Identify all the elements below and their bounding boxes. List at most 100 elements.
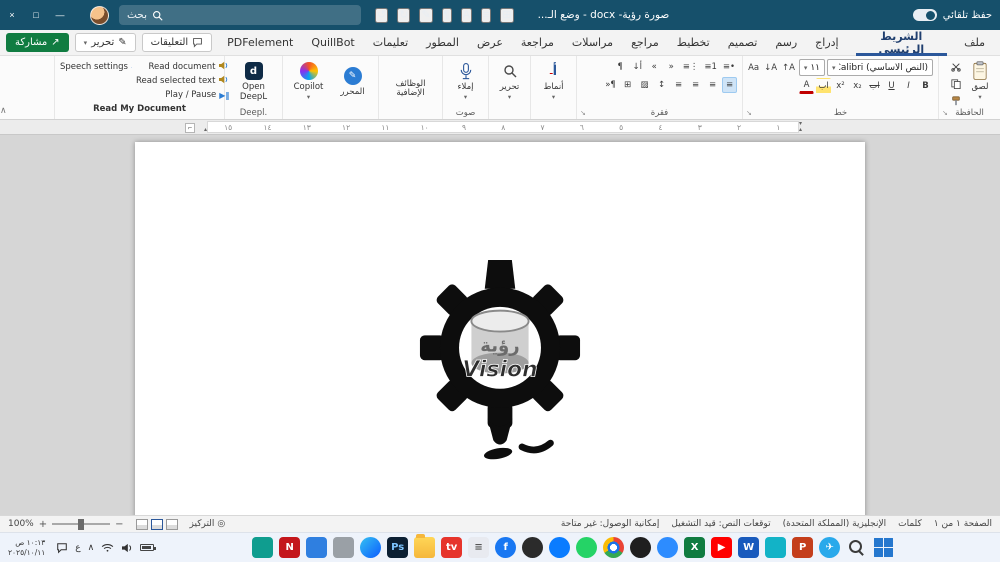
titlebar-icon-table[interactable]: ⊞ bbox=[500, 7, 514, 23]
titlebar-icon-list[interactable]: ≡ bbox=[480, 7, 492, 23]
share-button[interactable]: ↗ مشاركة bbox=[6, 33, 69, 52]
font-button-bold[interactable]: B bbox=[918, 78, 933, 94]
volume-icon[interactable] bbox=[121, 543, 133, 553]
font-button-strikethrough[interactable]: اب bbox=[867, 78, 882, 94]
accessibility-status[interactable]: إمكانية الوصول: غير متاحة bbox=[561, 519, 659, 529]
copilot-button[interactable]: Copilot ▾ bbox=[289, 59, 329, 103]
editor-button[interactable]: ✎ المحرر bbox=[333, 64, 373, 99]
tab-quillbot[interactable]: QuillBot bbox=[302, 30, 363, 56]
zoom-in-button[interactable]: + bbox=[39, 519, 47, 530]
hidden-icons-chevron[interactable]: ∧ bbox=[88, 543, 95, 553]
font-dialog-launcher[interactable]: ↘ bbox=[746, 109, 752, 117]
zoom-out-button[interactable]: − bbox=[115, 519, 123, 530]
paragraph-button-borders[interactable]: ⊞ bbox=[620, 77, 635, 93]
tab-mailings[interactable]: مراسلات bbox=[563, 30, 622, 56]
paragraph-button-justify[interactable]: ≡ bbox=[671, 77, 686, 93]
document-page[interactable]: رؤية Vision bbox=[135, 142, 865, 515]
font-button-subscript[interactable]: x₂ bbox=[850, 78, 865, 94]
cut-button[interactable] bbox=[948, 59, 963, 75]
font-button-shrink-font[interactable]: A↓ bbox=[762, 60, 779, 76]
font-button-change-case[interactable]: Aa bbox=[746, 60, 761, 76]
taskbar-app-youtube[interactable]: ▶ bbox=[711, 537, 733, 558]
tab-draw[interactable]: رسم bbox=[766, 30, 806, 56]
page-indicator[interactable]: الصفحة ١ من ١ bbox=[934, 519, 992, 529]
tab-home[interactable]: الشريط الرئيسي bbox=[848, 30, 955, 56]
tab-view[interactable]: عرض bbox=[468, 30, 512, 56]
titlebar-icon-paragraph[interactable]: ¶ bbox=[441, 7, 452, 23]
tab-design[interactable]: تصميم bbox=[719, 30, 767, 56]
taskbar-app-search[interactable] bbox=[846, 537, 867, 558]
input-language-indicator[interactable]: ع bbox=[75, 543, 80, 553]
paragraph-button-line-spacing[interactable]: ↕ bbox=[654, 77, 669, 93]
font-button-underline[interactable]: U bbox=[884, 78, 899, 94]
window-control-maximize[interactable]: □ bbox=[24, 0, 48, 30]
notifications-icon[interactable] bbox=[56, 542, 68, 554]
print-layout-view-button[interactable] bbox=[150, 518, 163, 530]
taskbar-app-whatsapp[interactable] bbox=[576, 537, 598, 558]
tab-review[interactable]: مراجعة bbox=[512, 30, 563, 56]
paragraph-dialog-launcher[interactable]: ↘ bbox=[580, 109, 586, 117]
font-button-text-highlight[interactable]: اب bbox=[816, 78, 831, 94]
web-layout-view-button[interactable] bbox=[135, 518, 148, 530]
tab-insert[interactable]: إدراج bbox=[806, 30, 847, 56]
speech-settings-button[interactable]: Speech settings bbox=[60, 60, 132, 74]
tab-layout[interactable]: تخطيط bbox=[668, 30, 719, 56]
tab-pdfelement[interactable]: PDFelement bbox=[218, 30, 302, 56]
comments-button[interactable]: التعليقات bbox=[141, 33, 213, 52]
taskbar-app-start[interactable] bbox=[873, 537, 895, 558]
clipboard-dialog-launcher[interactable]: ↘ bbox=[942, 109, 948, 117]
paragraph-button-shading[interactable]: ▨ bbox=[637, 77, 652, 93]
taskbar-app-facebook[interactable]: f bbox=[495, 537, 517, 558]
language-indicator[interactable]: الإنجليزية (المملكة المتحدة) bbox=[783, 519, 887, 529]
paragraph-button-show-marks[interactable]: ¶ bbox=[613, 59, 628, 75]
paste-button[interactable]: لصق ▾ bbox=[965, 59, 995, 103]
format-painter-button[interactable] bbox=[948, 93, 963, 109]
horizontal-ruler[interactable]: ⌐ ١ ٢ ٣ ٤ ٥ ٦ ٧ ٨ ٩ ١٠ ١١ ١٢ ١٣ ١٤ ١٥ ▾ ▴ ▴ bbox=[0, 120, 1000, 135]
titlebar-icon-redo[interactable]: ↻ bbox=[397, 7, 411, 23]
tab-stop-selector[interactable]: ⌐ bbox=[185, 122, 195, 133]
taskbar-app-tv[interactable]: tv bbox=[441, 537, 463, 558]
styles-button[interactable]: أـ أنماط ▾ bbox=[534, 59, 574, 103]
editing-button[interactable]: تحرير ▾ bbox=[490, 59, 530, 103]
titlebar-icon-pen[interactable]: ✎ bbox=[419, 7, 433, 23]
autosave-toggle[interactable] bbox=[912, 9, 937, 21]
hanging-indent-marker[interactable]: ▴ bbox=[799, 127, 802, 133]
editing-mode-button[interactable]: ✎ تحرير ▾ bbox=[74, 33, 136, 52]
font-button-italic[interactable]: I bbox=[901, 78, 916, 94]
collapse-ribbon-button[interactable]: ∧ bbox=[0, 105, 7, 116]
read-action-read-selected-text[interactable]: Read selected text ▶‖ bbox=[136, 74, 229, 88]
paragraph-button-increase-indent[interactable]: » bbox=[647, 59, 662, 75]
taskbar-app-files[interactable]: ≡ bbox=[468, 537, 490, 558]
wifi-icon[interactable] bbox=[101, 543, 114, 552]
titlebar-icon-undo[interactable]: ↺ bbox=[375, 7, 389, 23]
taskbar-app-edge[interactable] bbox=[360, 537, 382, 558]
zoom-slider[interactable] bbox=[52, 518, 111, 530]
taskbar-app-zoom[interactable] bbox=[657, 537, 679, 558]
paragraph-button-align-left[interactable]: ≡ bbox=[688, 77, 703, 93]
read-action-play-pause[interactable]: Play / Pause ▶‖ bbox=[136, 88, 229, 102]
taskbar-app-netflix[interactable]: N bbox=[279, 537, 301, 558]
paragraph-button-decrease-indent[interactable]: « bbox=[664, 59, 679, 75]
avatar[interactable] bbox=[90, 5, 109, 25]
open-deepl-button[interactable]: d Open DeepL bbox=[230, 59, 277, 104]
dictate-button[interactable]: إملاء ▾ bbox=[446, 59, 486, 103]
taskbar-app-folder[interactable] bbox=[414, 534, 436, 558]
taskbar-app-telegram[interactable]: ✈ bbox=[819, 537, 841, 558]
font-button-font-color[interactable]: A bbox=[799, 79, 814, 94]
zoom-slider-thumb[interactable] bbox=[78, 518, 85, 530]
taskbar-app-paint[interactable] bbox=[765, 537, 787, 558]
paragraph-button-align-right[interactable]: ≡ bbox=[722, 77, 737, 93]
text-predictions[interactable]: توقعات النص: قيد التشغيل bbox=[671, 519, 770, 529]
vision-logo-image[interactable]: رؤية Vision bbox=[419, 260, 581, 468]
tab-help[interactable]: تعليمات bbox=[364, 30, 417, 56]
read-action-read-document[interactable]: Read document ▶‖ bbox=[136, 60, 229, 74]
taskbar-app-chrome[interactable] bbox=[603, 537, 625, 558]
battery-icon[interactable] bbox=[140, 544, 157, 551]
taskbar-app-store[interactable] bbox=[306, 537, 328, 558]
taskbar-app-notes[interactable] bbox=[252, 537, 274, 558]
window-control-close[interactable]: × bbox=[0, 0, 24, 30]
copy-button[interactable] bbox=[948, 76, 963, 92]
paragraph-button-align-center[interactable]: ≡ bbox=[705, 77, 720, 93]
taskbar-app-obs[interactable] bbox=[630, 537, 652, 558]
taskbar-app-messenger[interactable] bbox=[549, 537, 571, 558]
